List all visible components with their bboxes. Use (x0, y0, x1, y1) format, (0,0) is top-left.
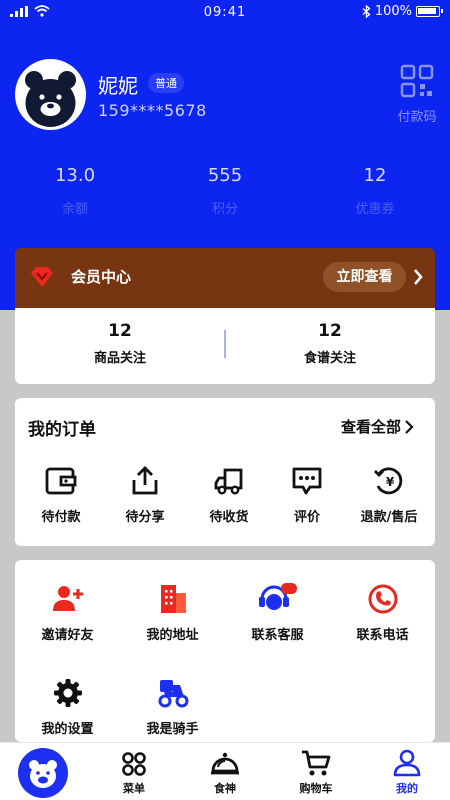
tab-mine[interactable]: 我的 (362, 743, 450, 800)
svg-text:¥: ¥ (386, 475, 395, 489)
stat-value: 12 (363, 165, 387, 186)
contact-support[interactable]: 联系客服 (225, 582, 330, 643)
stat-points[interactable]: 555 积分 (150, 165, 300, 217)
rider-icon (158, 680, 188, 708)
order-label: 待付款 (41, 510, 81, 525)
divider (224, 330, 226, 358)
avatar[interactable] (15, 59, 86, 130)
bluetooth-icon (362, 5, 371, 18)
stat-label: 优惠券 (355, 202, 395, 217)
refund-icon: ¥ (374, 467, 403, 495)
bottom-tab-bar: 菜单 食神 购物车 我的 (0, 742, 450, 800)
service-label: 邀请好友 (41, 628, 94, 643)
vip-view-button[interactable]: 立即查看 (323, 262, 406, 292)
orders-title: 我的订单 (28, 420, 96, 440)
vip-center-banner[interactable]: 会员中心 立即查看 (15, 248, 435, 308)
wallet-icon (45, 467, 77, 495)
follow-card: 12 商品关注 12 食谱关注 (15, 308, 435, 384)
status-bar: 09:41 100% (0, 0, 450, 26)
paycode-button[interactable]: 付款码 (392, 64, 442, 125)
contact-phone[interactable]: 联系电话 (330, 582, 435, 643)
stat-value: 555 (207, 165, 243, 186)
settings-icon (53, 679, 82, 707)
user-name: 妮妮 (98, 74, 138, 98)
stat-value: 13.0 (54, 165, 96, 186)
stat-label: 余额 (61, 202, 88, 217)
my-orders-card: 我的订单 查看全部 待付款 待分享 待收货 评价 ¥ 退款/售后 (15, 398, 435, 546)
service-label: 我的设置 (41, 722, 94, 737)
order-label: 待分享 (125, 510, 165, 525)
order-pending-receipt[interactable]: 待收货 (187, 464, 271, 525)
service-label: 联系客服 (251, 628, 304, 643)
my-address[interactable]: 我的地址 (120, 582, 225, 643)
tab-cart[interactable]: 购物车 (271, 743, 361, 800)
stat-label: 积分 (211, 202, 238, 217)
user-icon (393, 749, 421, 777)
chevron-right-icon (405, 419, 414, 434)
order-review[interactable]: 评价 (265, 464, 349, 525)
chef-dish-icon (211, 752, 239, 775)
service-label: 联系电话 (356, 628, 409, 643)
become-rider[interactable]: 我是骑手 (120, 676, 225, 737)
cart-icon (302, 750, 331, 776)
follow-label: 商品关注 (93, 351, 146, 366)
truck-icon (214, 468, 243, 495)
follow-count: 12 (108, 321, 132, 341)
bear-logo-icon (29, 760, 57, 788)
phone-icon (368, 584, 397, 614)
tab-chef[interactable]: 食神 (180, 743, 270, 800)
order-pending-payment[interactable]: 待付款 (19, 464, 103, 525)
services-card: 邀请好友 我的地址 联系客服 联系电话 我的设置 我是骑手 (15, 560, 435, 742)
account-stats: 13.0 余额 555 积分 12 优惠券 (0, 165, 450, 217)
tab-label: 食神 (214, 782, 236, 795)
service-label: 我的地址 (146, 628, 199, 643)
recipe-follow[interactable]: 12 食谱关注 (255, 321, 405, 366)
address-icon (160, 585, 186, 613)
view-all-orders-link[interactable]: 查看全部 (341, 416, 414, 437)
chevron-right-icon (414, 269, 423, 285)
my-settings[interactable]: 我的设置 (15, 676, 120, 737)
tab-menu[interactable]: 菜单 (89, 743, 179, 800)
home-logo-button[interactable] (18, 748, 68, 798)
tab-label: 菜单 (123, 782, 145, 795)
order-label: 评价 (293, 510, 320, 525)
view-all-label: 查看全部 (341, 418, 402, 436)
order-pending-share[interactable]: 待分享 (103, 464, 187, 525)
stat-balance[interactable]: 13.0 余额 (0, 165, 150, 217)
tab-label: 我的 (396, 782, 418, 795)
qrcode-icon (400, 64, 434, 98)
member-level-badge: 普通 (148, 73, 184, 93)
follow-label: 食谱关注 (303, 351, 356, 366)
invite-friend-icon (52, 586, 83, 611)
order-refund[interactable]: ¥ 退款/售后 (347, 464, 431, 525)
diamond-icon (31, 267, 53, 287)
invite-friends[interactable]: 邀请好友 (15, 582, 120, 643)
order-label: 退款/售后 (360, 510, 418, 525)
customer-service-icon (258, 583, 297, 610)
battery-percent: 100% (374, 4, 412, 19)
goods-follow[interactable]: 12 商品关注 (45, 321, 195, 366)
order-label: 待收货 (209, 510, 249, 525)
comment-icon (292, 467, 322, 495)
bear-avatar-icon (25, 71, 76, 127)
menu-icon (122, 752, 146, 776)
stat-coupons[interactable]: 12 优惠券 (300, 165, 450, 217)
vip-title: 会员中心 (71, 268, 132, 286)
paycode-label: 付款码 (397, 110, 437, 125)
battery-icon (416, 6, 443, 17)
share-icon (132, 466, 158, 495)
tab-label: 购物车 (299, 782, 333, 795)
service-label: 我是骑手 (146, 722, 199, 737)
follow-count: 12 (318, 321, 342, 341)
user-phone: 159****5678 (98, 101, 207, 120)
